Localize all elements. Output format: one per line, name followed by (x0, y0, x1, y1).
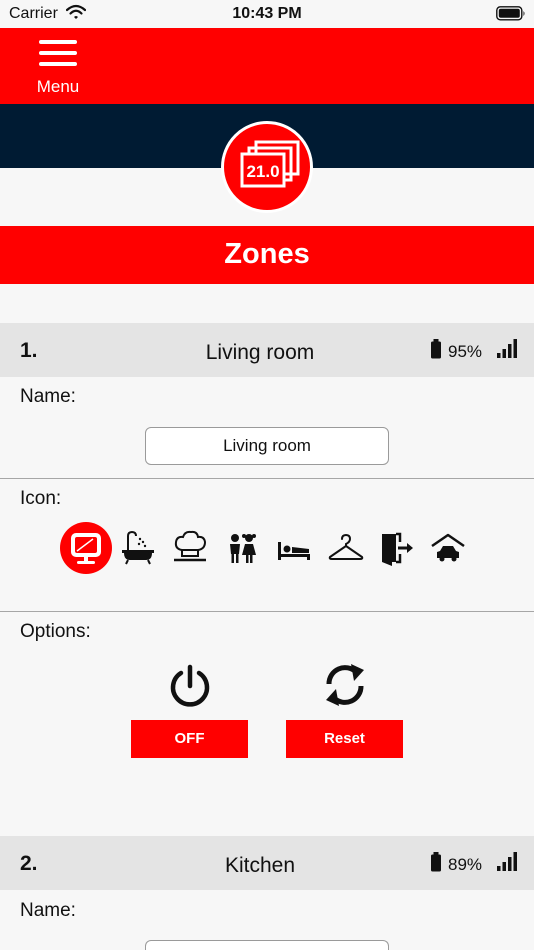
zone-battery-level: 95% (448, 342, 483, 361)
hanger-icon[interactable] (320, 522, 372, 574)
zone-name-input[interactable]: Living room (145, 427, 389, 465)
menu-button[interactable]: Menu (30, 38, 86, 98)
door-exit-icon[interactable] (372, 522, 424, 574)
hamburger-icon (39, 40, 77, 73)
zone-battery-level: 89% (448, 855, 483, 874)
zone-header-1: 1. Living room 95% (0, 323, 534, 377)
status-bar: Carrier 10:43 PM (0, 0, 534, 28)
signal-icon (497, 339, 519, 364)
clock: 10:43 PM (232, 5, 302, 22)
app-logo: 21.0 (221, 121, 313, 213)
zone-header-2: 2. Kitchen 89% (0, 836, 534, 890)
monitor-icon[interactable] (60, 522, 112, 574)
zone-title: Kitchen (224, 854, 296, 877)
children-icon[interactable] (216, 522, 268, 574)
reset-button[interactable]: Reset (286, 720, 403, 758)
zone-title: Living room (205, 341, 315, 364)
zone-name-input[interactable] (145, 940, 389, 950)
battery-icon (430, 339, 442, 364)
icon-label: Icon: (20, 488, 62, 509)
page-title: Zones (224, 238, 310, 270)
name-label: Name: (20, 386, 76, 407)
battery-icon (430, 852, 442, 877)
off-button[interactable]: OFF (131, 720, 248, 758)
bathtub-icon[interactable] (112, 522, 164, 574)
car-garage-icon[interactable] (422, 522, 474, 574)
menu-label: Menu (36, 77, 80, 96)
power-icon[interactable] (166, 662, 214, 710)
bed-icon[interactable] (268, 522, 320, 574)
signal-icon (497, 852, 519, 877)
reset-icon[interactable] (320, 660, 370, 710)
logo-text: 21.0 (246, 162, 279, 181)
divider (0, 478, 534, 479)
options-label: Options: (20, 621, 91, 642)
top-menu-bar: Menu (0, 28, 534, 104)
zones-title-bar: Zones (0, 226, 534, 284)
name-label: Name: (20, 900, 76, 921)
divider (0, 611, 534, 612)
chef-hat-icon[interactable] (164, 522, 216, 574)
battery-icon (496, 6, 526, 26)
